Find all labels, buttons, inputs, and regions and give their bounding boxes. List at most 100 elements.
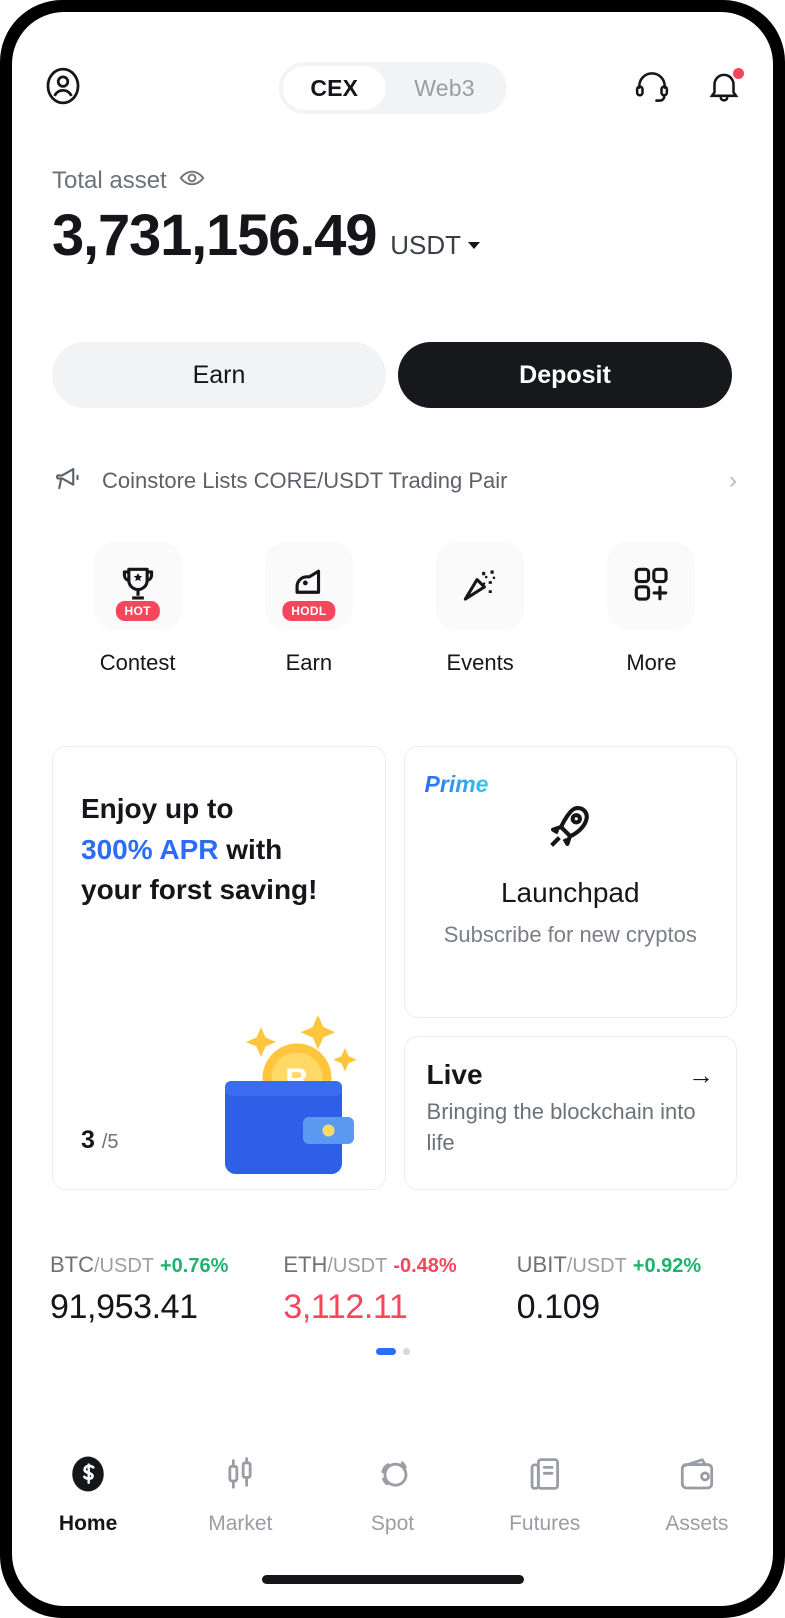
confetti-icon [458,562,502,611]
app-screen: CEX Web3 Total asset 3,731,156.49 USDT E… [12,12,773,1606]
ticker-quote: /USDT [566,1255,627,1277]
hot-badge: HOT [115,601,160,621]
tab-cex[interactable]: CEX [282,66,387,110]
announcement-banner[interactable]: Coinstore Lists CORE/USDT Trading Pair › [52,456,737,506]
ticker-price: 0.109 [516,1288,600,1326]
promo-section: Enjoy up to 300% APR with your forst sav… [52,746,737,1190]
nav-label: Market [208,1511,273,1535]
live-card-header: Live → [427,1059,714,1091]
carousel-dot-active[interactable] [375,1348,396,1355]
wallet-bitcoin-icon: B [189,1012,369,1177]
savings-promo-card[interactable]: Enjoy up to 300% APR with your forst sav… [52,746,386,1190]
ticker-quote: /USDT [94,1255,154,1277]
earn-button[interactable]: Earn [52,342,386,408]
ticker-btc[interactable]: BTC/USDT +0.76% 91,953.41 [50,1252,283,1327]
market-type-toggle[interactable]: CEX Web3 [278,62,507,114]
quick-tile[interactable] [436,542,525,630]
ticker-carousel-dots[interactable] [12,1348,773,1355]
balance-row: 3,731,156.49 USDT [52,203,481,268]
ticker-base: BTC [50,1252,94,1277]
ticker-pair: ETH/USDT -0.48% [283,1252,516,1278]
quick-tile[interactable]: HODL [264,542,353,630]
user-circle-icon [41,64,85,113]
support-button[interactable] [631,67,673,109]
quick-action-earn[interactable]: HODL Earn [223,542,394,676]
savings-promo-headline: Enjoy up to 300% APR with your forst sav… [81,789,357,911]
promo-count-total: /5 [101,1131,119,1153]
ticker-ubit[interactable]: UBIT/USDT +0.92% 0.109 [517,1252,750,1327]
nav-item-futures[interactable]: Futures [469,1453,621,1536]
savings-line-1: Enjoy up to [81,793,234,824]
nav-item-market[interactable]: Market [164,1453,316,1536]
notification-badge [733,68,744,79]
profile-button[interactable] [40,65,86,111]
quick-action-events[interactable]: Events [395,542,566,676]
quick-action-label: Contest [99,650,176,675]
ticker-price: 91,953.41 [50,1288,198,1326]
wallet-icon [676,1453,718,1500]
home-indicator [261,1575,524,1584]
ticker-strip: BTC/USDT +0.76% 91,953.41 ETH/USDT -0.48% … [50,1252,750,1327]
tab-web3[interactable]: Web3 [386,66,502,110]
futures-doc-icon [524,1453,566,1500]
rocket-icon [541,798,599,861]
ticker-base: UBIT [516,1252,567,1277]
grid-plus-icon [630,563,672,610]
home-logo-icon [67,1453,109,1500]
quick-action-more[interactable]: More [566,542,737,676]
header-actions [631,67,745,109]
nav-item-spot[interactable]: Spot [316,1453,468,1536]
promo-right-column: Prime Launchpad Subscribe for new crypto… [403,746,737,1190]
hodl-badge: HODL [282,601,336,621]
launchpad-card[interactable]: Prime Launchpad Subscribe for new crypto… [403,746,737,1018]
nav-label: Assets [665,1511,729,1535]
launchpad-subtitle: Subscribe for new cryptos [443,922,697,947]
promo-carousel-counter: 3 /5 [81,1126,119,1155]
ticker-price: 3,112.11 [283,1288,408,1326]
primary-actions: Earn Deposit [52,342,732,408]
nav-label: Home [58,1511,118,1535]
ticker-quote: /USDT [327,1255,388,1277]
nav-item-assets[interactable]: Assets [621,1453,773,1536]
ticker-pair: BTC/USDT +0.76% [50,1252,283,1278]
promo-count-current: 3 [81,1126,95,1154]
nav-item-home[interactable]: Home [12,1453,164,1536]
nav-label: Futures [509,1511,581,1535]
quick-action-label: Earn [285,650,333,675]
deposit-button[interactable]: Deposit [398,342,732,408]
ticker-base: ETH [283,1252,328,1277]
headset-icon [633,67,671,110]
arrow-right-icon[interactable]: → [688,1060,714,1091]
total-asset-section: Total asset 3,731,156.49 USDT [52,164,481,268]
ticker-eth[interactable]: ETH/USDT -0.48% 3,112.11 [283,1252,516,1327]
ticker-change: +0.92% [632,1255,702,1277]
quick-actions: HOT Contest HODL Earn Events More [52,542,737,676]
ticker-change: +0.76% [160,1255,229,1277]
megaphone-icon [52,462,86,501]
app-header: CEX Web3 [12,54,773,122]
total-asset-label: Total asset [52,166,167,194]
savings-apr-highlight: 300% APR [81,833,219,865]
ticker-pair: UBIT/USDT +0.92% [517,1252,750,1278]
notifications-button[interactable] [703,67,745,109]
savings-line-2-rest: with [218,833,283,865]
chevron-down-icon [468,242,481,249]
eye-icon[interactable] [178,164,206,197]
chevron-right-icon: › [729,467,737,494]
balance-amount: 3,731,156.49 [52,203,377,268]
spot-swap-icon [372,1453,414,1500]
live-subtitle: Bringing the blockchain into life [426,1099,696,1155]
quick-tile[interactable] [607,542,696,630]
quick-action-contest[interactable]: HOT Contest [52,542,223,676]
savings-line-3: your forst saving! [81,874,318,906]
quick-tile[interactable]: HOT [93,542,182,630]
carousel-dot[interactable] [402,1348,410,1355]
prime-tag: Prime [424,771,489,797]
phone-frame: CEX Web3 Total asset 3,731,156.49 USDT E… [0,0,785,1618]
ticker-change: -0.48% [393,1255,457,1277]
currency-selector[interactable]: USDT [390,230,481,261]
total-asset-label-row[interactable]: Total asset [52,164,480,197]
live-card[interactable]: Live → Bringing the blockchain into life [403,1036,737,1190]
nav-label: Spot [370,1511,415,1535]
quick-action-label: More [626,650,677,675]
